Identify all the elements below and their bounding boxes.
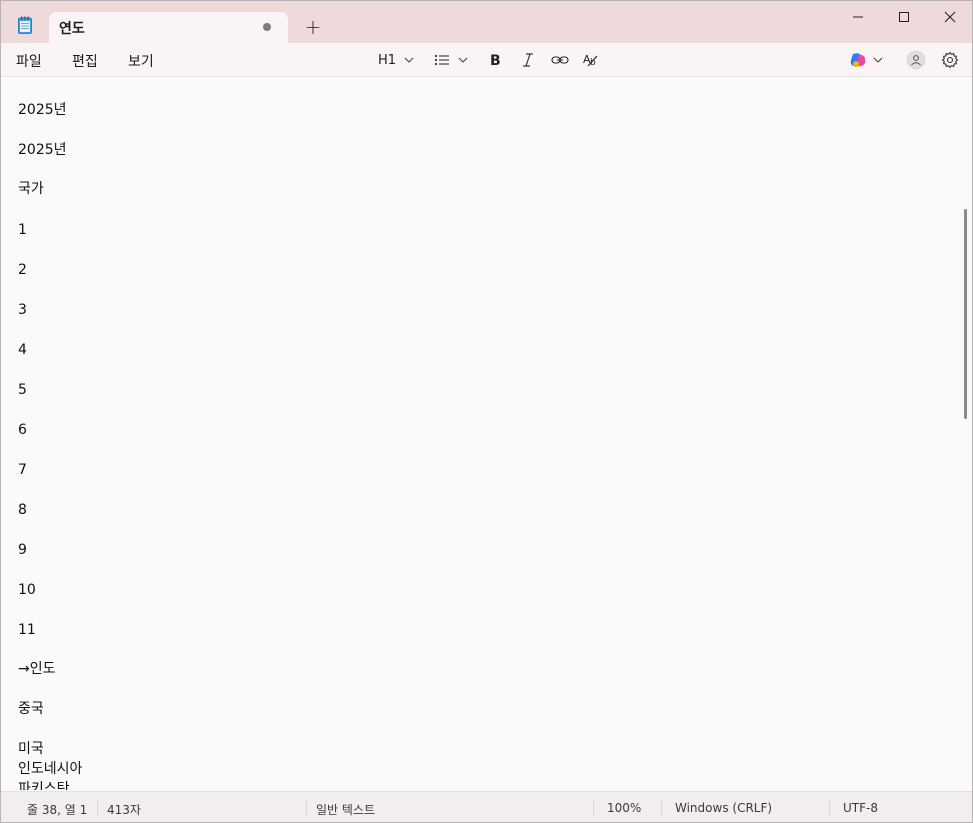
heading-label: H1 <box>378 52 397 68</box>
status-divider <box>306 800 307 816</box>
bullet-list-icon <box>434 54 449 66</box>
status-divider <box>593 800 594 816</box>
spellcheck-button[interactable]: A b <box>583 49 601 71</box>
tab-title: 연도 <box>59 21 85 37</box>
settings-button[interactable] <box>941 49 959 71</box>
status-divider <box>829 800 830 816</box>
text-line: 1 <box>18 222 27 238</box>
italic-icon <box>523 53 533 67</box>
chevron-down-icon <box>404 57 414 63</box>
close-button[interactable] <box>927 1 972 33</box>
spellcheck-icon: A b <box>583 53 598 68</box>
maximize-button[interactable] <box>881 1 927 33</box>
list-dropdown[interactable] <box>434 49 470 71</box>
link-icon <box>551 56 569 64</box>
tab-document[interactable]: 연도 <box>49 12 288 43</box>
menu-edit[interactable]: 편집 <box>72 51 98 71</box>
text-line: 10 <box>18 582 36 598</box>
text-format[interactable]: 일반 텍스트 <box>316 801 375 818</box>
text-line: 3 <box>18 302 27 318</box>
text-line: 4 <box>18 342 27 358</box>
zoom-level[interactable]: 100% <box>607 801 641 815</box>
line-ending[interactable]: Windows (CRLF) <box>675 801 772 815</box>
minimize-icon <box>853 16 863 18</box>
text-line: 11 <box>18 622 36 638</box>
minimize-button[interactable] <box>835 1 881 33</box>
text-line: 6 <box>18 422 27 438</box>
menu-view[interactable]: 보기 <box>128 51 154 71</box>
heading-dropdown[interactable]: H1 <box>378 49 416 71</box>
text-line: 9 <box>18 542 27 558</box>
gear-icon <box>941 51 959 69</box>
copilot-dropdown[interactable] <box>849 49 885 71</box>
text-line: 7 <box>18 462 27 478</box>
text-line: 2025년 <box>18 142 67 158</box>
text-line: 파키스탄 <box>18 781 70 790</box>
title-bar: 연도 + <box>1 1 972 43</box>
chevron-down-icon <box>458 57 468 63</box>
text-line: 2 <box>18 262 27 278</box>
character-count: 413자 <box>107 803 141 817</box>
text-line: 8 <box>18 502 27 518</box>
close-icon <box>944 11 956 23</box>
unsaved-dot-icon[interactable] <box>263 23 271 31</box>
status-bar: 줄 38, 열 1 413자 일반 텍스트 100% Windows (CRLF… <box>1 791 972 822</box>
status-divider <box>97 800 98 816</box>
status-divider <box>661 800 662 816</box>
maximize-icon <box>899 12 909 22</box>
bold-icon: B <box>490 53 501 68</box>
cursor-position: 줄 38, 열 1 <box>27 803 88 817</box>
chevron-down-icon <box>873 57 883 63</box>
italic-button[interactable] <box>521 49 535 71</box>
svg-text:B: B <box>490 53 501 68</box>
link-button[interactable] <box>551 49 569 71</box>
text-line: 인도네시아 <box>18 761 83 777</box>
bold-button[interactable]: B <box>489 49 503 71</box>
notepad-window: 연도 + 파일 편집 보기 H1 B A b 2025년 2025년 국가 1 … <box>0 0 973 823</box>
text-line: 국가 <box>18 181 44 197</box>
vertical-scrollbar[interactable] <box>964 209 967 419</box>
copilot-icon <box>850 53 865 67</box>
text-editor[interactable]: 2025년 2025년 국가 1 2 3 4 5 6 7 8 9 10 11 →… <box>1 77 961 790</box>
text-line: 5 <box>18 382 27 398</box>
account-button[interactable] <box>906 49 926 71</box>
text-line: 미국 <box>18 741 44 757</box>
avatar-icon <box>906 50 926 70</box>
text-line: 중국 <box>18 701 44 717</box>
menu-toolbar: 파일 편집 보기 H1 B A b <box>1 43 972 77</box>
text-line: 2025년 <box>18 102 67 118</box>
encoding[interactable]: UTF-8 <box>843 801 878 815</box>
menu-file[interactable]: 파일 <box>16 51 42 71</box>
notepad-app-icon <box>18 16 32 34</box>
text-line: →인도 <box>18 661 56 677</box>
new-tab-button[interactable]: + <box>301 15 325 39</box>
